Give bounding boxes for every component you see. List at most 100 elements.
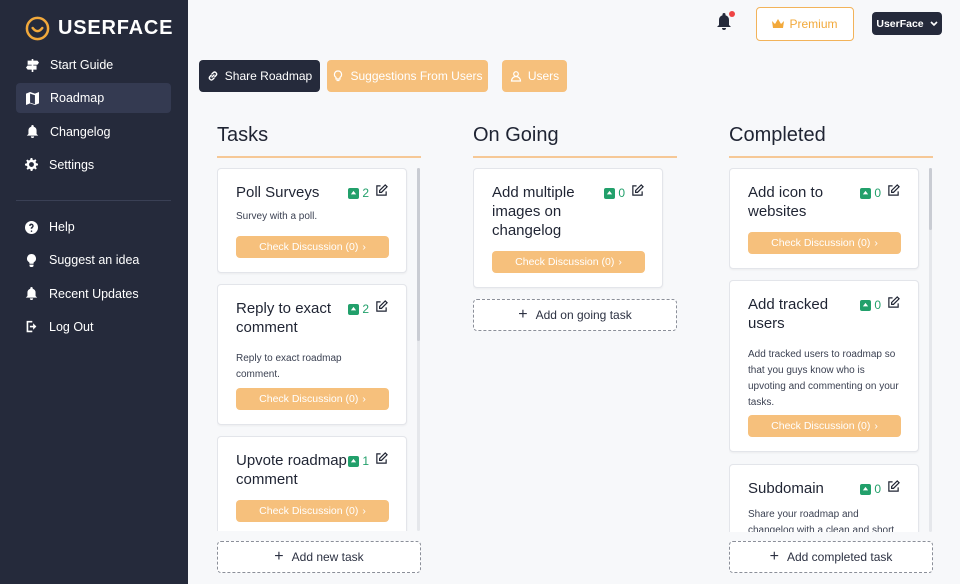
question-icon: [24, 220, 38, 234]
sidebar-item-suggest-idea[interactable]: Suggest an idea: [16, 245, 171, 275]
users-label: Users: [527, 69, 560, 83]
task-card[interactable]: Poll Surveys 2 Survey with a poll. Check…: [217, 168, 407, 273]
add-new-task-button[interactable]: + Add new task: [217, 541, 421, 573]
completed-card[interactable]: Add icon to websites 0 Check Discussion …: [729, 168, 919, 269]
premium-button[interactable]: Premium: [756, 7, 854, 41]
sidebar-item-start-guide[interactable]: Start Guide: [16, 50, 171, 80]
chevron-right-icon: ›: [362, 241, 366, 253]
vote-number: 1: [362, 454, 369, 468]
sidebar-item-changelog[interactable]: Changelog: [16, 117, 171, 147]
card-description: Add tracked users to roadmap so that you…: [748, 349, 899, 408]
edit-icon[interactable]: [375, 452, 388, 470]
chevron-right-icon: ›: [874, 237, 878, 249]
chevron-right-icon: ›: [618, 256, 622, 268]
upvote-count[interactable]: 0: [860, 482, 881, 496]
brand[interactable]: USERFACE: [25, 16, 173, 41]
lightbulb-icon: [24, 253, 38, 267]
check-discussion-button[interactable]: Check Discussion (0) ›: [748, 415, 901, 437]
sidebar: USERFACE Start Guide Roadmap Changelog S…: [0, 0, 188, 584]
bell-icon: [24, 287, 38, 301]
completed-card-list[interactable]: Add icon to websites 0 Check Discussion …: [729, 168, 934, 532]
scrollbar-thumb[interactable]: [417, 168, 420, 341]
card-title: Subdomain: [748, 480, 824, 497]
upvote-count[interactable]: 0: [860, 298, 881, 312]
sidebar-item-settings[interactable]: Settings: [16, 150, 171, 180]
sidebar-item-recent-updates[interactable]: Recent Updates: [16, 279, 171, 309]
discussion-label: Check Discussion (0): [259, 505, 359, 517]
user-menu-button[interactable]: UserFace: [872, 12, 942, 35]
sidebar-item-help[interactable]: Help: [16, 212, 171, 242]
sidebar-divider: [16, 200, 171, 201]
crown-icon: [772, 19, 785, 28]
column-title: Tasks: [217, 124, 269, 146]
share-roadmap-button[interactable]: Share Roadmap: [199, 60, 320, 92]
signpost-icon: [25, 58, 39, 72]
sidebar-item-label: Log Out: [49, 319, 94, 334]
sidebar-item-label: Start Guide: [50, 58, 114, 72]
edit-icon[interactable]: [887, 296, 900, 314]
sidebar-item-roadmap[interactable]: Roadmap: [16, 83, 171, 114]
tasks-card-list[interactable]: Poll Surveys 2 Survey with a poll. Check…: [217, 168, 422, 531]
upvote-icon: [860, 299, 872, 311]
suggestions-label: Suggestions From Users: [350, 69, 483, 83]
secondary-nav: Help Suggest an idea Recent Updates Log …: [16, 212, 171, 345]
upvote-count[interactable]: 0: [604, 186, 625, 200]
discussion-label: Check Discussion (0): [259, 241, 359, 253]
upvote-count[interactable]: 0: [860, 186, 881, 200]
column-title: On Going: [473, 124, 559, 146]
upvote-count[interactable]: 2: [348, 302, 369, 316]
task-card[interactable]: Reply to exact comment 2 Reply to exact …: [217, 284, 407, 425]
user-menu-label: UserFace: [876, 17, 924, 30]
sidebar-item-log-out[interactable]: Log Out: [16, 312, 171, 342]
scrollbar-thumb[interactable]: [929, 168, 932, 230]
discussion-label: Check Discussion (0): [771, 420, 871, 432]
discussion-label: Check Discussion (0): [515, 256, 615, 268]
vote-number: 0: [618, 186, 625, 200]
map-icon: [25, 91, 39, 105]
users-button[interactable]: Users: [502, 60, 567, 92]
check-discussion-button[interactable]: Check Discussion (0) ›: [236, 500, 389, 522]
sidebar-item-label: Settings: [49, 157, 95, 172]
card-title: Reply to exact comment: [236, 300, 332, 336]
chevron-down-icon: [930, 20, 938, 26]
completed-card[interactable]: Subdomain 0 Share your roadmap and chang…: [729, 464, 919, 532]
edit-icon[interactable]: [887, 184, 900, 202]
check-discussion-button[interactable]: Check Discussion (0) ›: [492, 251, 645, 273]
edit-icon[interactable]: [887, 480, 900, 498]
share-roadmap-label: Share Roadmap: [224, 69, 313, 83]
upvote-icon: [348, 303, 360, 315]
lightbulb-outline-icon: [334, 70, 343, 82]
check-discussion-button[interactable]: Check Discussion (0) ›: [748, 232, 901, 254]
column-ongoing: On Going: [473, 124, 677, 158]
task-card[interactable]: Upvote roadmap comment 1 Check Discussio…: [217, 436, 407, 531]
edit-icon[interactable]: [631, 184, 644, 202]
add-completed-task-button[interactable]: + Add completed task: [729, 541, 933, 573]
check-discussion-button[interactable]: Check Discussion (0) ›: [236, 236, 389, 258]
discussion-label: Check Discussion (0): [771, 237, 871, 249]
vote-number: 2: [362, 186, 369, 200]
brand-name: USERFACE: [58, 17, 174, 39]
suggestions-from-users-button[interactable]: Suggestions From Users: [327, 60, 488, 92]
add-task-label: Add on going task: [535, 308, 632, 322]
plus-icon: +: [518, 306, 528, 323]
card-description: Reply to exact roadmap comment.: [236, 353, 342, 380]
edit-icon[interactable]: [375, 300, 388, 318]
logout-icon: [24, 320, 38, 334]
card-description: Share your roadmap and changelog with a …: [748, 509, 895, 532]
primary-nav: Start Guide Roadmap Changelog Settings: [16, 50, 171, 183]
check-discussion-button[interactable]: Check Discussion (0) ›: [236, 388, 389, 410]
column-underline: [217, 156, 421, 158]
vote-number: 0: [874, 482, 881, 496]
add-ongoing-task-button[interactable]: + Add on going task: [473, 299, 677, 331]
sidebar-item-label: Recent Updates: [49, 286, 139, 301]
ongoing-card[interactable]: Add multiple images on changelog 0 Check…: [473, 168, 663, 288]
upvote-icon: [348, 187, 360, 199]
upvote-count[interactable]: 2: [348, 186, 369, 200]
plus-icon: +: [769, 548, 779, 565]
completed-card[interactable]: Add tracked users 0 Add tracked users to…: [729, 280, 919, 452]
edit-icon[interactable]: [375, 184, 388, 202]
sidebar-item-label: Help: [49, 220, 75, 234]
ongoing-card-list[interactable]: Add multiple images on changelog 0 Check…: [473, 168, 678, 293]
upvote-count[interactable]: 1: [348, 454, 369, 468]
chevron-right-icon: ›: [362, 393, 366, 405]
